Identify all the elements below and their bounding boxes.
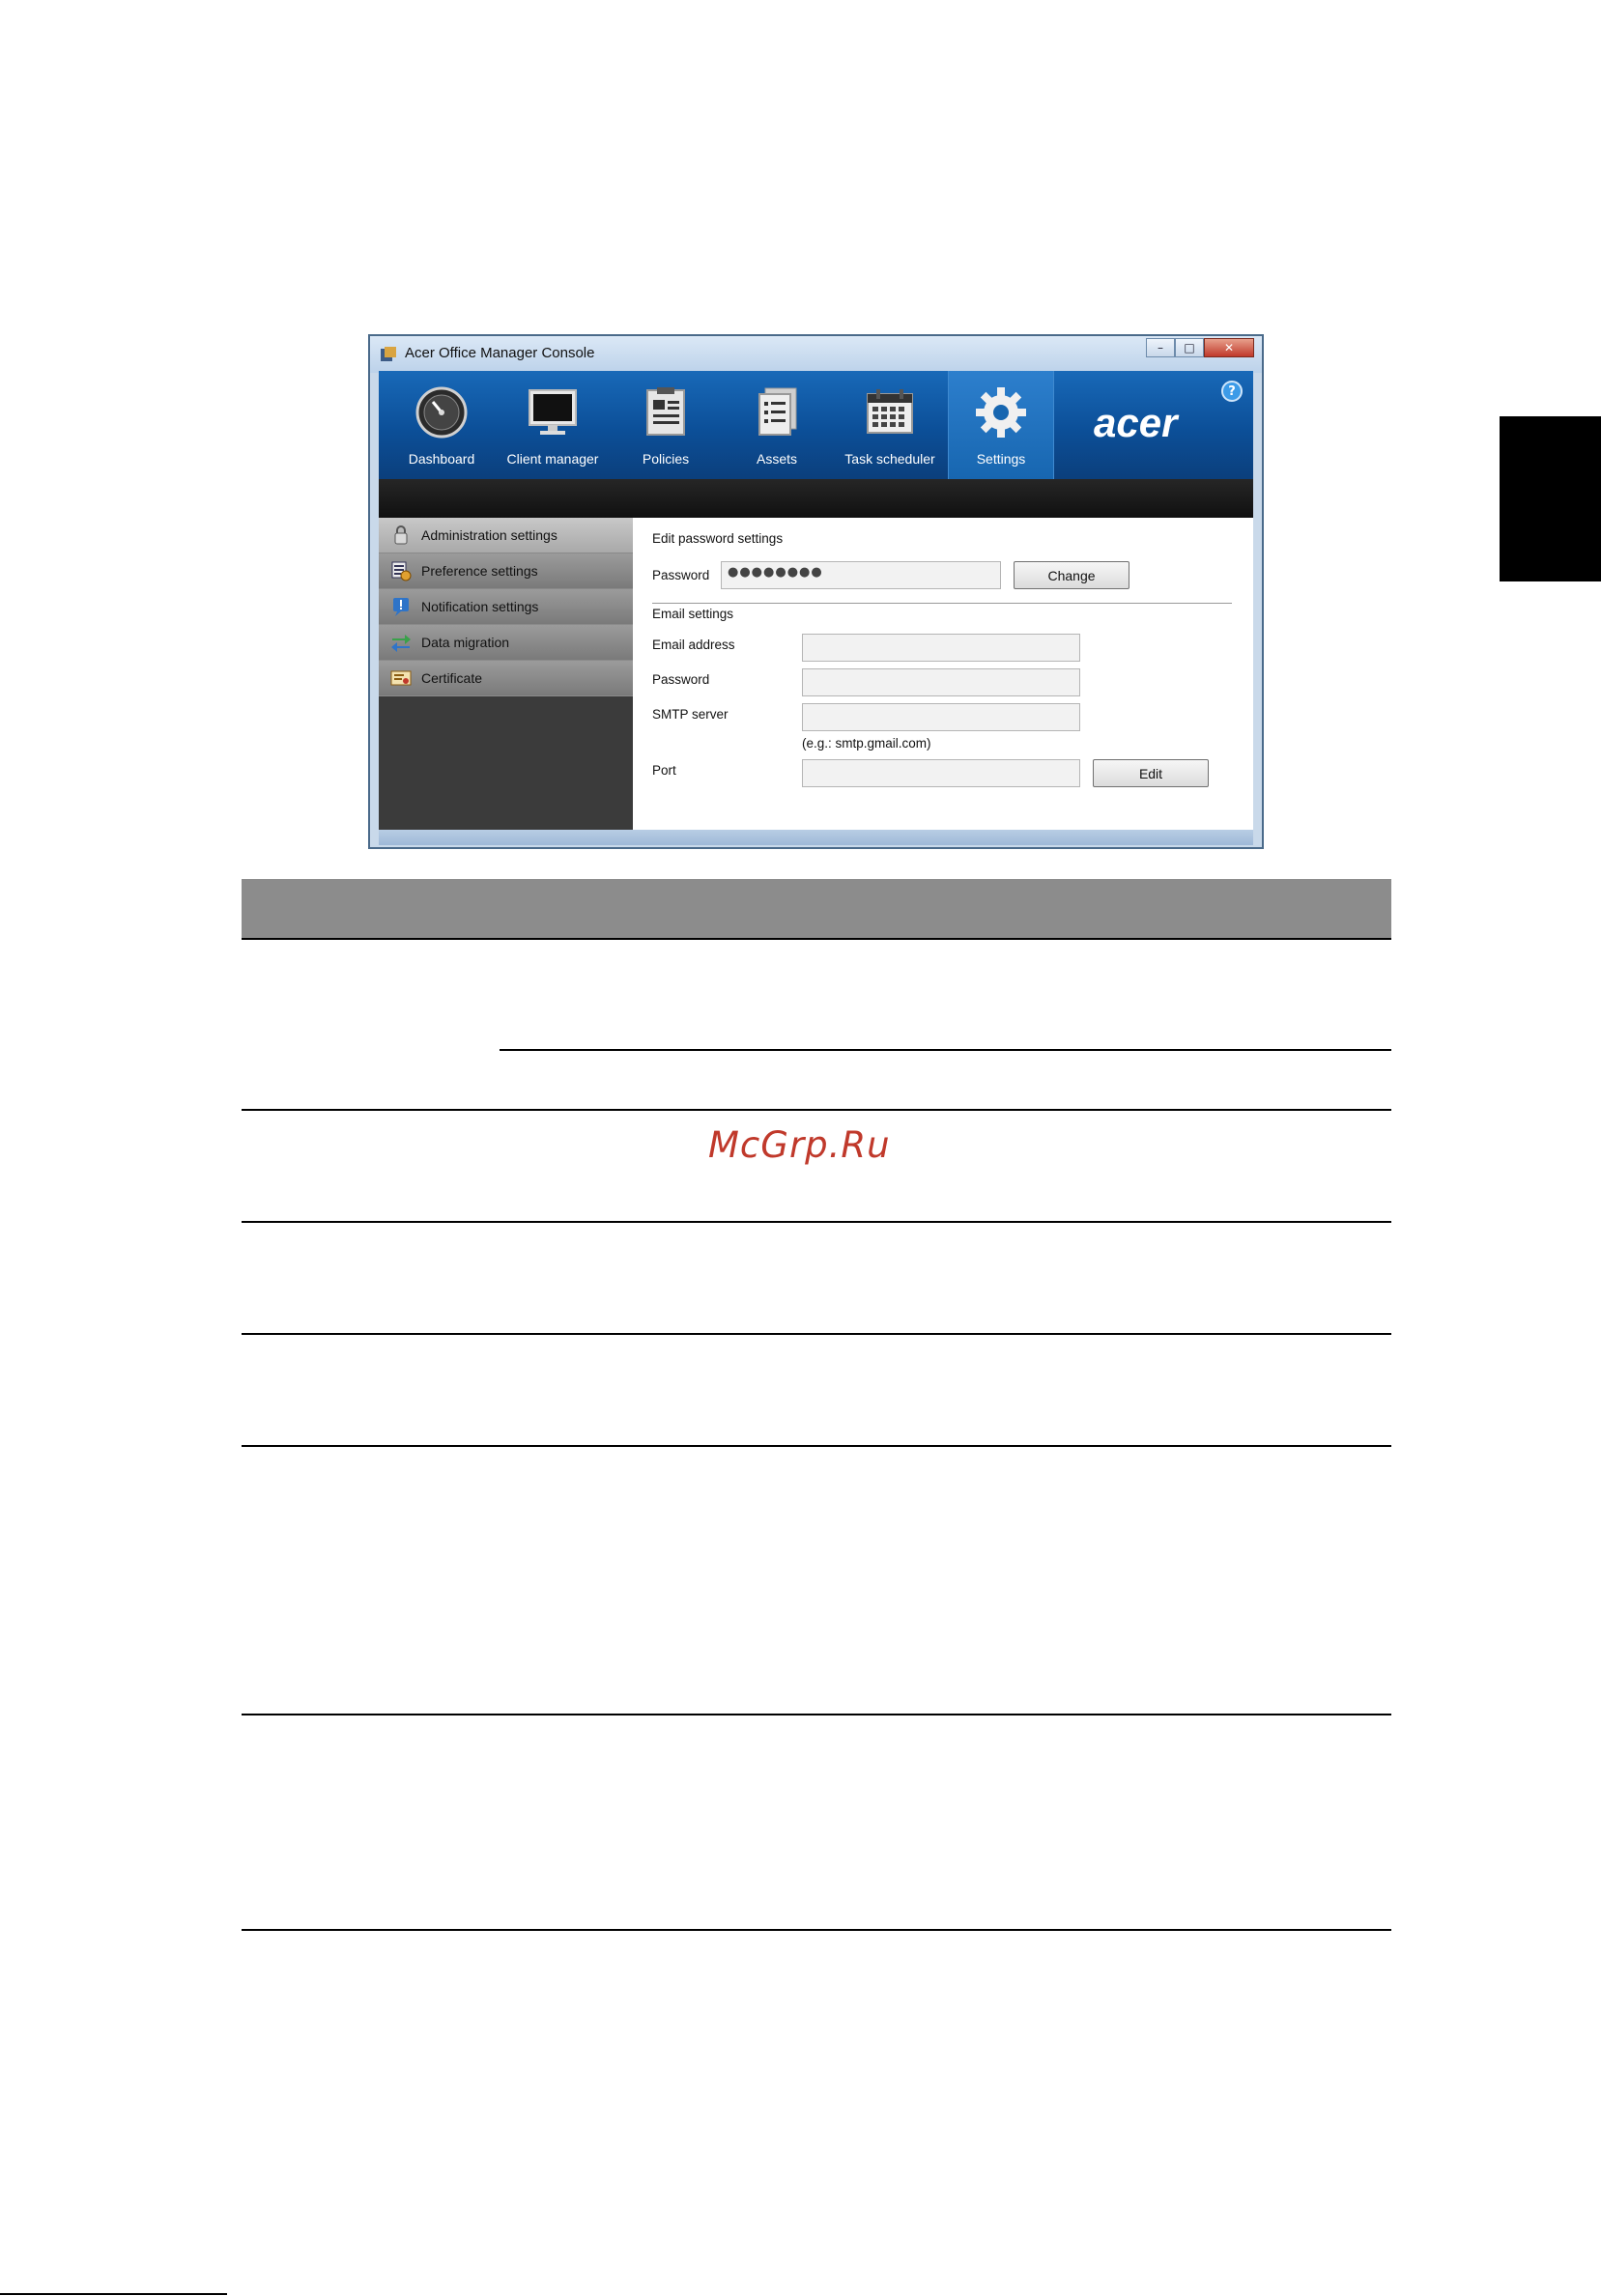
table-sub-rule bbox=[500, 1049, 1391, 1051]
sidebar-item-certificate[interactable]: Certificate bbox=[379, 661, 633, 696]
nav-client-manager[interactable]: Client manager bbox=[500, 371, 606, 479]
title-bar: Acer Office Manager Console – □ ✕ bbox=[370, 336, 1262, 373]
password-mask: ●●●●●●●● bbox=[728, 565, 823, 580]
preferences-icon bbox=[391, 561, 412, 581]
maximize-button[interactable]: □ bbox=[1175, 338, 1204, 357]
email-password-label: Password bbox=[652, 672, 710, 687]
migration-arrows-icon bbox=[391, 635, 411, 652]
sidebar-item-preference[interactable]: Preference settings bbox=[379, 553, 633, 589]
nav-dashboard[interactable]: Dashboard bbox=[388, 371, 495, 479]
nav-task-scheduler[interactable]: Task scheduler bbox=[837, 371, 943, 479]
table-rule bbox=[242, 1445, 1391, 1447]
nav-assets[interactable]: Assets bbox=[724, 371, 830, 479]
breadcrumb-bar bbox=[379, 479, 1253, 518]
sidebar-item-label: Certificate bbox=[421, 670, 483, 686]
sidebar-item-label: Preference settings bbox=[421, 563, 538, 579]
nav-label: Client manager bbox=[506, 451, 599, 467]
nav-label: Settings bbox=[976, 451, 1026, 467]
close-button[interactable]: ✕ bbox=[1204, 338, 1254, 357]
sidebar-item-notification[interactable]: Notification settings bbox=[379, 589, 633, 625]
calendar-icon bbox=[867, 389, 913, 434]
lock-icon bbox=[394, 525, 408, 545]
admin-password-field[interactable]: ●●●●●●●● bbox=[721, 561, 1001, 589]
email-password-field[interactable] bbox=[802, 668, 1080, 696]
gear-icon bbox=[976, 387, 1026, 438]
sidebar-item-label: Notification settings bbox=[421, 599, 539, 614]
monitor-icon bbox=[529, 389, 577, 435]
window-title: Acer Office Manager Console bbox=[405, 345, 595, 361]
table-rule bbox=[242, 1109, 1391, 1111]
table-rule bbox=[242, 1221, 1391, 1223]
table-rule bbox=[242, 1929, 1391, 1931]
certificate-icon bbox=[390, 670, 412, 686]
sidebar-item-administration[interactable]: Administration settings bbox=[379, 518, 633, 553]
table-rule bbox=[242, 1333, 1391, 1335]
minimize-button[interactable]: – bbox=[1146, 338, 1175, 357]
nav-label: Dashboard bbox=[408, 451, 475, 467]
email-section-heading: Email settings bbox=[652, 607, 734, 621]
dashboard-gauge-icon bbox=[415, 386, 468, 439]
section-divider bbox=[652, 603, 1232, 604]
settings-sidebar: Administration settings Preference setti… bbox=[379, 518, 633, 830]
nav-label: Policies bbox=[642, 451, 690, 467]
nav-label: Task scheduler bbox=[844, 451, 935, 467]
watermark: McGrp.Ru bbox=[708, 1124, 891, 1166]
port-label: Port bbox=[652, 763, 676, 778]
email-address-label: Email address bbox=[652, 638, 735, 652]
alert-icon bbox=[393, 598, 409, 616]
table-rule bbox=[242, 938, 1391, 940]
change-password-button[interactable]: Change bbox=[1014, 561, 1129, 589]
footer-rule bbox=[0, 2293, 227, 2295]
document-list-icon bbox=[758, 387, 797, 436]
sidebar-item-data-migration[interactable]: Data migration bbox=[379, 625, 633, 661]
main-toolbar: Dashboard Client manager Policies Assets… bbox=[379, 371, 1253, 479]
table-header bbox=[242, 879, 1391, 939]
settings-content: Edit password settings Password ●●●●●●●●… bbox=[633, 518, 1253, 830]
edit-email-settings-button[interactable]: Edit bbox=[1093, 759, 1209, 787]
smtp-server-field[interactable] bbox=[802, 703, 1080, 731]
sidebar-item-label: Administration settings bbox=[421, 527, 557, 543]
smtp-server-label: SMTP server bbox=[652, 707, 729, 722]
nav-label: Assets bbox=[756, 451, 797, 467]
sidebar-item-label: Data migration bbox=[421, 635, 510, 650]
nav-policies[interactable]: Policies bbox=[613, 371, 719, 479]
smtp-hint: (e.g.: smtp.gmail.com) bbox=[802, 736, 931, 751]
app-window: Acer Office Manager Console – □ ✕ Dashbo… bbox=[368, 334, 1264, 849]
table-rule bbox=[242, 1714, 1391, 1715]
acer-logo: acer bbox=[1094, 400, 1178, 445]
app-icon bbox=[381, 347, 396, 361]
nav-settings[interactable]: Settings bbox=[948, 371, 1054, 479]
password-section-heading: Edit password settings bbox=[652, 531, 784, 546]
port-field[interactable] bbox=[802, 759, 1080, 787]
chapter-tab bbox=[1500, 416, 1601, 581]
email-address-field[interactable] bbox=[802, 634, 1080, 662]
status-bar bbox=[379, 830, 1253, 845]
clipboard-icon bbox=[646, 387, 685, 436]
help-icon[interactable]: ? bbox=[1221, 381, 1243, 402]
admin-password-label: Password bbox=[652, 568, 710, 582]
